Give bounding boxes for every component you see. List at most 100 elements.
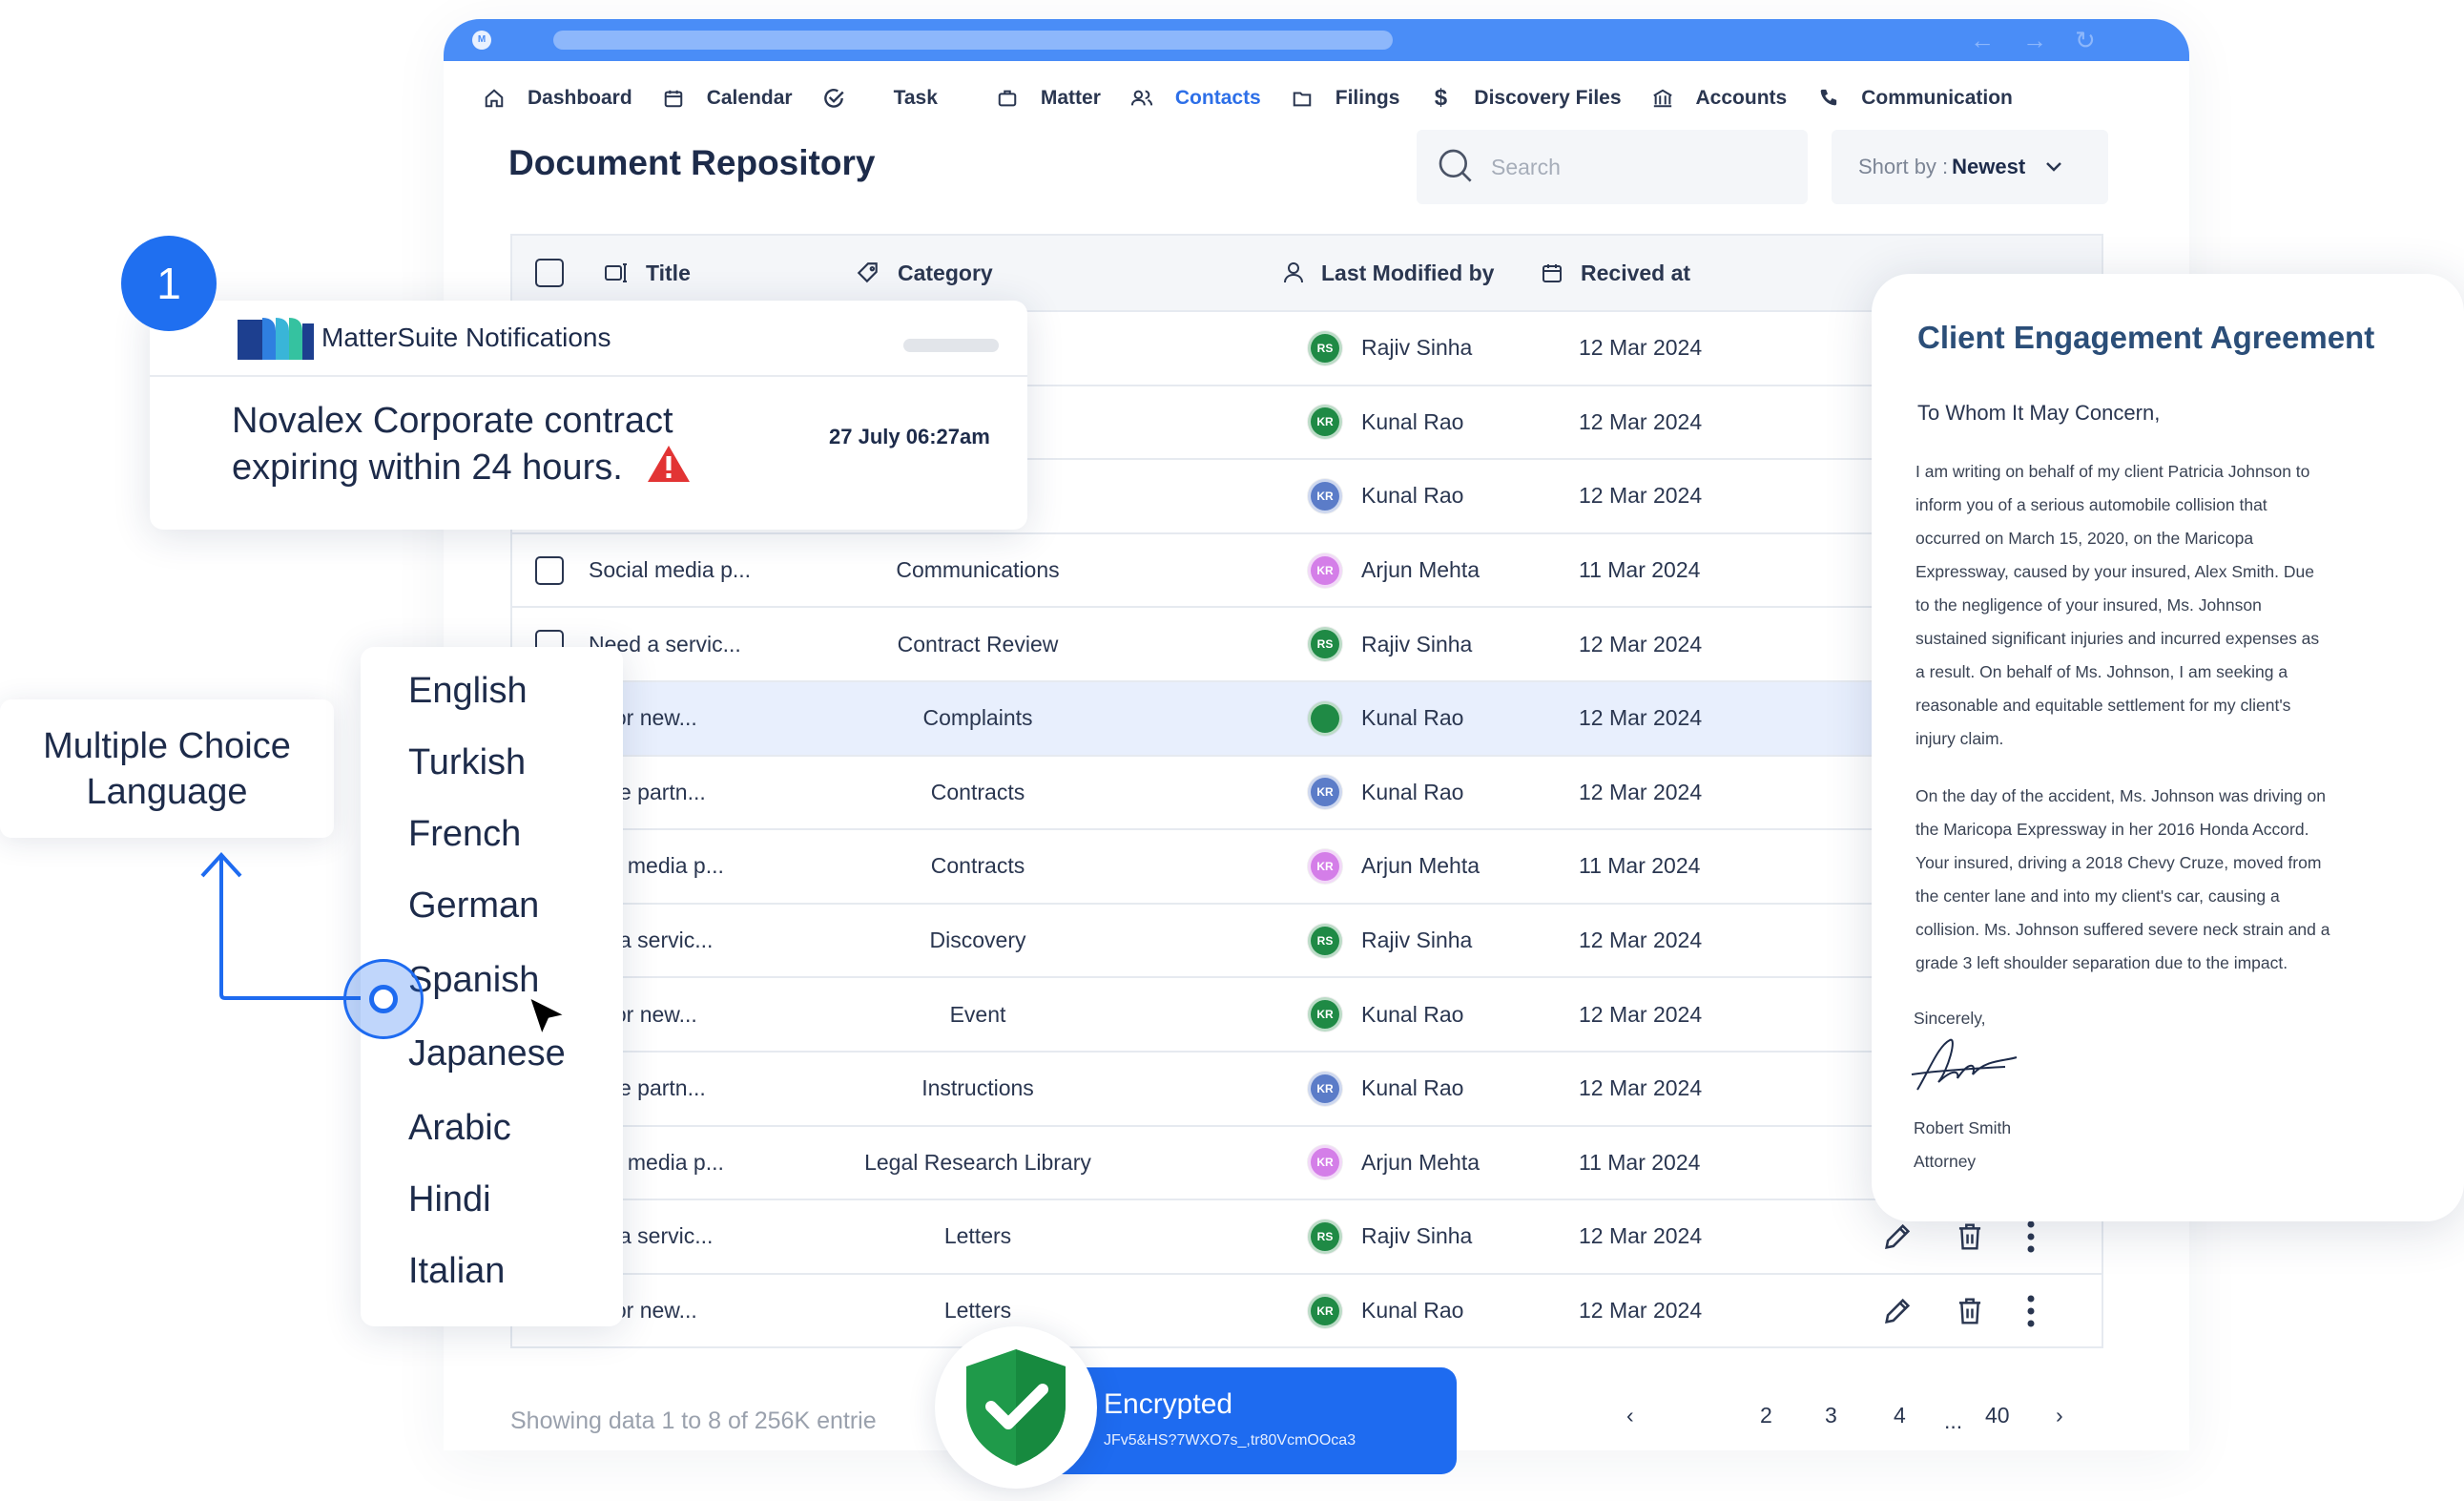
table-row[interactable]: cial media p... Legal Research Library K… — [512, 1124, 2102, 1199]
row-category: Contracts — [930, 853, 1025, 879]
tag-icon — [856, 261, 880, 285]
language-option[interactable]: Italian — [408, 1251, 505, 1292]
agreement-line: the Maricopa Expressway in her 2016 Hond… — [1915, 820, 2309, 839]
language-option[interactable]: English — [408, 671, 528, 712]
page-button[interactable]: 2 — [1760, 1403, 1772, 1428]
back-icon[interactable]: ← — [1970, 25, 1995, 55]
agreement-role: Attorney — [1914, 1152, 1977, 1171]
notification-card[interactable]: MatterSuite Notifications Novalex Corpor… — [150, 301, 1027, 530]
select-all-checkbox[interactable] — [535, 236, 564, 310]
calendar-icon — [1541, 261, 1563, 284]
table-row[interactable]: ed a servic... Letters RS Rajiv Sinha 12… — [512, 1199, 2102, 1273]
row-title: Social media p... — [589, 557, 752, 583]
delete-icon[interactable] — [1956, 1221, 1984, 1252]
header-title[interactable]: Title — [604, 236, 691, 310]
nav-contacts[interactable]: Contacts — [1129, 86, 1261, 111]
row-modified-by: RS Rajiv Sinha — [1308, 608, 1472, 680]
search-placeholder: Search — [1491, 154, 1561, 179]
language-option[interactable]: Spanish — [408, 960, 539, 1001]
search-input[interactable]: Search — [1417, 130, 1808, 204]
next-page-button[interactable]: › — [2056, 1403, 2063, 1428]
nav-task[interactable]: Task — [821, 86, 938, 111]
prev-page-button[interactable]: ‹ — [1626, 1403, 1634, 1428]
step-badge: 1 — [121, 236, 217, 331]
table-row[interactable]: ed a servic... Discovery RS Rajiv Sinha … — [512, 902, 2102, 977]
agreement-line: injury claim. — [1915, 729, 2004, 748]
page-button[interactable]: 4 — [1894, 1403, 1906, 1428]
row-category: Letters — [943, 1223, 1012, 1249]
table-row[interactable]: eate partn... Contracts KR Kunal Rao 12 … — [512, 754, 2102, 829]
nav-label: Accounts — [1695, 87, 1788, 109]
title-icon — [604, 262, 629, 283]
more-options-icon[interactable] — [2026, 1220, 2036, 1254]
row-received-date: 12 Mar 2024 — [1579, 631, 1703, 657]
nav-calendar[interactable]: Calendar — [661, 86, 793, 111]
table-row[interactable]: Social media p... Communications KR Arju… — [512, 532, 2102, 607]
row-modified-by: RS Rajiv Sinha — [1308, 312, 1472, 385]
row-received-date: 12 Mar 2024 — [1579, 705, 1703, 731]
agreement-document[interactable]: Client Engagement Agreement To Whom It M… — [1872, 274, 2464, 1221]
search-icon — [1436, 146, 1474, 189]
page-button[interactable]: 40 — [1985, 1403, 2010, 1428]
language-option[interactable]: German — [408, 886, 539, 927]
row-received-date: 12 Mar 2024 — [1579, 928, 1703, 953]
page-title: Document Repository — [508, 143, 876, 182]
table-row[interactable]: eate partn... Instructions KR Kunal Rao … — [512, 1050, 2102, 1125]
modifier-name: Kunal Rao — [1361, 1075, 1464, 1101]
table-row[interactable]: A for new... Letters KR Kunal Rao 12 Mar… — [512, 1272, 2102, 1347]
row-modified-by: Kunal Rao — [1308, 682, 1463, 755]
forward-icon[interactable]: → — [2022, 25, 2047, 55]
nav-filings[interactable]: Filings — [1290, 86, 1399, 111]
header-last-modified[interactable]: Last Modified by — [1283, 236, 1494, 310]
avatar: KR — [1308, 1071, 1342, 1106]
agreement-line: reasonable and equitable settlement for … — [1915, 696, 2291, 715]
table-row[interactable]: A for new... Event KR Kunal Rao 12 Mar 2… — [512, 976, 2102, 1051]
avatar: KR — [1308, 775, 1342, 810]
row-received-date: 11 Mar 2024 — [1579, 1149, 1701, 1175]
row-checkbox[interactable] — [535, 534, 564, 607]
agreement-line: Your insured, driving a 2018 Chevy Cruze… — [1915, 853, 2322, 872]
nav-label: Dashboard — [528, 87, 632, 109]
row-received-date: 12 Mar 2024 — [1579, 483, 1703, 509]
nav-label: Discovery Files — [1474, 87, 1622, 109]
agreement-line: the center lane and into my client's car… — [1915, 886, 2280, 906]
language-option[interactable]: Hindi — [408, 1179, 491, 1220]
address-bar[interactable] — [553, 31, 1393, 50]
header-category[interactable]: Category — [856, 236, 993, 310]
calendar-icon — [661, 86, 686, 111]
language-option[interactable]: Arabic — [408, 1108, 511, 1149]
nav-discovery-files[interactable]: $ Discovery Files — [1428, 85, 1622, 111]
row-received-date: 12 Mar 2024 — [1579, 1298, 1703, 1324]
nav-dashboard[interactable]: Dashboard — [482, 86, 632, 111]
delete-icon[interactable] — [1956, 1296, 1984, 1326]
chevron-down-icon — [2044, 155, 2063, 179]
header-label: Title — [646, 260, 691, 285]
agreement-title: Client Engagement Agreement — [1917, 320, 2375, 355]
row-modified-by: RS Rajiv Sinha — [1308, 1200, 1472, 1273]
language-option[interactable]: Turkish — [408, 742, 526, 783]
table-row[interactable]: A for new... Complaints Kunal Rao 12 Mar… — [512, 679, 2102, 755]
page-button[interactable]: 3 — [1825, 1403, 1837, 1428]
avatar: KR — [1308, 848, 1342, 884]
nav-label: Matter — [1040, 87, 1101, 109]
row-modified-by: KR Kunal Rao — [1308, 978, 1463, 1051]
edit-icon[interactable] — [1881, 1295, 1914, 1327]
nav-label: Communication — [1861, 87, 2013, 109]
nav-communication[interactable]: Communication — [1815, 86, 2013, 111]
nav-matter[interactable]: Matter — [995, 86, 1101, 111]
table-row[interactable]: Need a servic... Contract Review RS Raji… — [512, 606, 2102, 680]
header-received[interactable]: Recived at — [1541, 236, 1690, 310]
reload-icon[interactable]: ↻ — [2075, 25, 2096, 55]
encrypted-hash: JFv5&HS?7WXO7s_,tr80VcmOOca3 — [1104, 1432, 1356, 1449]
row-actions — [1881, 1275, 2078, 1347]
modifier-name: Rajiv Sinha — [1361, 1223, 1473, 1249]
row-category: Instructions — [921, 1075, 1034, 1101]
table-row[interactable]: cial media p... Contracts KR Arjun Mehta… — [512, 828, 2102, 903]
agreement-line: Expressway, caused by your insured, Alex… — [1915, 562, 2314, 581]
sort-dropdown[interactable]: Short by : Newest — [1832, 130, 2108, 204]
nav-accounts[interactable]: Accounts — [1650, 86, 1788, 111]
language-option[interactable]: French — [408, 814, 521, 855]
more-options-icon[interactable] — [2026, 1294, 2036, 1328]
edit-icon[interactable] — [1881, 1220, 1914, 1253]
encrypted-label: Encrypted — [1104, 1388, 1233, 1420]
